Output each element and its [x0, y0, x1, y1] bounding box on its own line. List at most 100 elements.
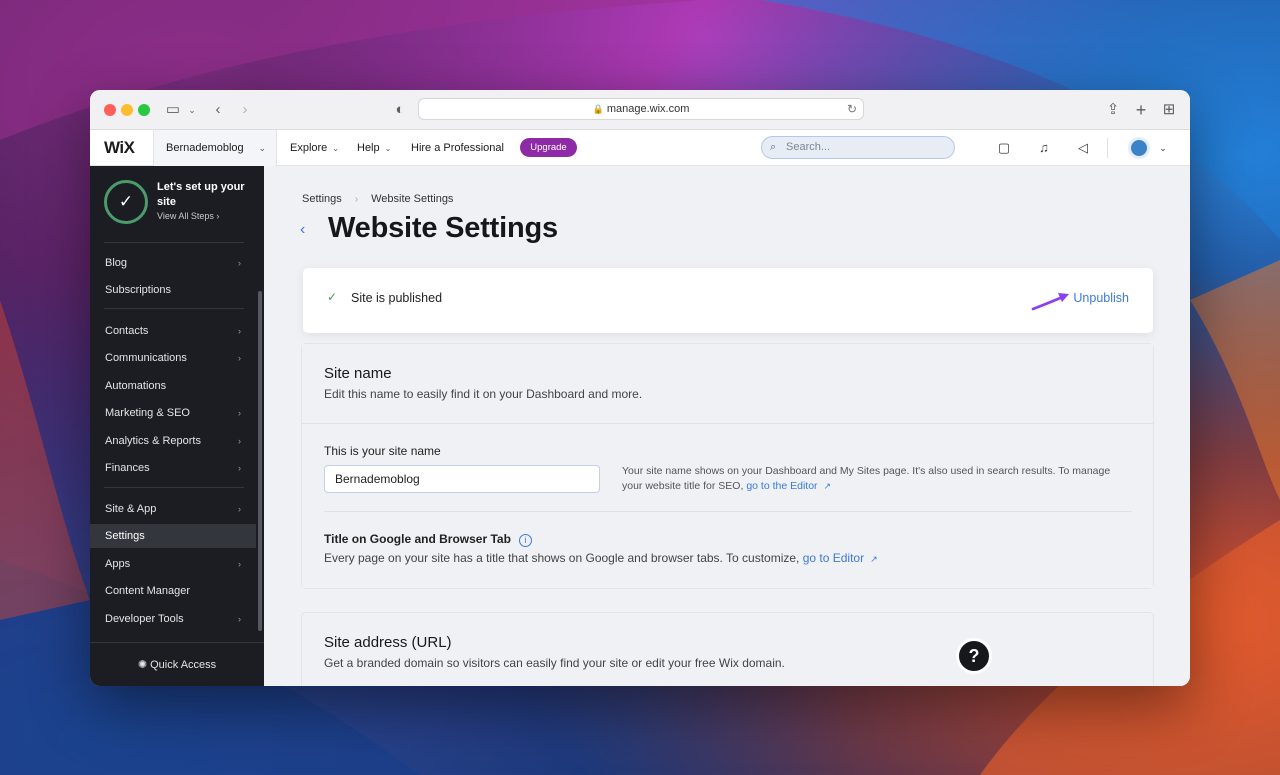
search-placeholder: Search... [786, 141, 831, 153]
chevron-right-icon: › [238, 559, 241, 569]
site-name-card-header: Site name Edit this name to easily find … [302, 344, 1153, 424]
sidebar-item-subscriptions[interactable]: Subscriptions [90, 278, 256, 302]
site-name-card: Site name Edit this name to easily find … [301, 343, 1154, 589]
sidebar-item-developer-tools[interactable]: Developer Tools › [90, 607, 256, 631]
reload-icon[interactable]: ↻ [847, 99, 857, 119]
tab-overview-icon[interactable]: ⊞ [1160, 100, 1178, 120]
breadcrumb: Settings › Website Settings [302, 193, 453, 205]
setup-title: Let's set up your site [157, 181, 245, 208]
search-input[interactable]: ⌕ Search... [761, 136, 955, 159]
divider [104, 308, 244, 309]
external-link-icon: ↗ [823, 481, 832, 491]
sidebar-item-analytics-reports[interactable]: Analytics & Reports › [90, 429, 256, 453]
wix-top-bar: WiX Bernademoblog ⌄ Explore ⌄ Help ⌄ Hire … [90, 130, 1190, 166]
site-address-subheading: Get a branded domain so visitors can eas… [324, 656, 785, 670]
breadcrumb-settings[interactable]: Settings [302, 193, 342, 205]
check-icon: ✓ [327, 290, 338, 304]
title-google-heading: Title on Google and Browser Tab i [324, 532, 532, 547]
help-button[interactable]: ? [956, 638, 992, 674]
chevron-right-icon: › [238, 614, 241, 624]
forward-icon[interactable]: › [237, 100, 253, 120]
nav-hire-professional[interactable]: Hire a Professional [411, 130, 504, 166]
search-icon: ⌕ [770, 141, 777, 153]
publish-status-text: Site is published [351, 291, 443, 305]
site-address-card: Site address (URL) Get a branded domain … [301, 612, 1154, 686]
chevron-down-icon[interactable]: ⌄ [1154, 139, 1172, 157]
external-link-icon: ↗ [870, 554, 878, 564]
chevron-right-icon: › [238, 463, 241, 473]
share-icon[interactable]: ⇪ [1104, 100, 1122, 120]
chevron-right-icon: › [238, 408, 241, 418]
sidebar-item-settings[interactable]: Settings [90, 524, 256, 548]
sidebar-item-apps[interactable]: Apps › [90, 552, 256, 576]
zoom-window-button[interactable] [138, 104, 150, 116]
divider [104, 242, 244, 243]
sidebar-toggle-icon[interactable]: ▭ [164, 100, 182, 120]
sidebar-item-blog[interactable]: Blog › [90, 251, 256, 275]
setup-progress[interactable]: ✓ Let's set up your site View All Steps … [90, 166, 264, 242]
site-selector-label: Bernademoblog [166, 142, 244, 154]
nav-explore[interactable]: Explore ⌄ [290, 130, 339, 166]
chevron-right-icon: › [238, 326, 241, 336]
lock-icon: 🔒 [592, 104, 604, 114]
chevron-right-icon: › [354, 194, 359, 205]
divider [1107, 138, 1108, 158]
site-name-input[interactable] [324, 465, 600, 493]
wix-logo[interactable]: WiX [104, 138, 135, 158]
site-address-heading: Site address (URL) [324, 634, 452, 651]
browser-window: ▭ ⌄ ‹ › ◐ 🔒 manage.wix.com ↻ ⇪ + ⊞ WiX Be… [90, 90, 1190, 686]
annotation-arrow-icon [1031, 293, 1069, 311]
go-to-editor-link[interactable]: go to the Editor [746, 480, 817, 492]
sidebar-item-automations[interactable]: Automations [90, 374, 256, 398]
megaphone-icon[interactable]: ◁ [1074, 139, 1092, 157]
info-icon[interactable]: i [518, 534, 532, 547]
sidebar: ✓ Let's set up your site View All Steps … [90, 166, 264, 686]
divider [324, 511, 1132, 512]
go-to-editor-link-2[interactable]: go to Editor [803, 551, 864, 565]
check-icon: ✓ [104, 180, 148, 224]
chevron-down-icon: ⌄ [258, 143, 266, 153]
site-name-field-label: This is your site name [324, 444, 441, 458]
divider [104, 487, 244, 488]
sidebar-item-contacts[interactable]: Contacts › [90, 319, 256, 343]
title-google-text: Every page on your site has a title that… [324, 551, 878, 565]
sidebar-item-content-manager[interactable]: Content Manager [90, 579, 256, 603]
sidebar-scrollbar[interactable] [258, 291, 262, 631]
close-window-button[interactable] [104, 104, 116, 116]
chevron-down-icon[interactable]: ⌄ [186, 100, 198, 120]
avatar[interactable] [1128, 137, 1150, 159]
sidebar-item-finances[interactable]: Finances › [90, 456, 256, 480]
site-name-heading: Site name [324, 365, 392, 382]
page-title: Website Settings [328, 212, 558, 244]
publish-status-card: ✓ Site is published Unpublish [303, 268, 1153, 333]
new-tab-icon[interactable]: + [1132, 100, 1150, 120]
sidebar-item-communications[interactable]: Communications › [90, 346, 256, 370]
quick-access-button[interactable]: ✺ Quick Access [90, 642, 264, 686]
chevron-right-icon: › [238, 353, 241, 363]
url-text: manage.wix.com [606, 103, 690, 115]
minimize-window-button[interactable] [121, 104, 133, 116]
sparkle-icon: ✺ [137, 659, 148, 671]
site-name-card-body: This is your site name Your site name sh… [302, 424, 1153, 588]
site-name-help-text: Your site name shows on your Dashboard a… [622, 465, 1111, 492]
main-content: Settings › Website Settings ‹ Website Sett… [264, 166, 1190, 686]
breadcrumb-current: Website Settings [371, 193, 454, 205]
view-all-steps-link[interactable]: View All Steps › [157, 211, 219, 221]
upgrade-button[interactable]: Upgrade [520, 138, 577, 157]
chat-icon[interactable]: ▢ [995, 139, 1013, 157]
bell-icon[interactable]: ♫ [1035, 139, 1053, 157]
nav-help[interactable]: Help ⌄ [357, 130, 391, 166]
sidebar-item-site-app[interactable]: Site & App › [90, 497, 256, 521]
address-bar[interactable]: 🔒 manage.wix.com ↻ [418, 98, 864, 120]
back-chevron-icon[interactable]: ‹ [300, 221, 305, 239]
chevron-right-icon: › [238, 258, 241, 268]
site-selector[interactable]: Bernademoblog ⌄ [153, 130, 277, 166]
unpublish-button[interactable]: Unpublish [1073, 291, 1129, 305]
chevron-down-icon: ⌄ [384, 144, 392, 153]
site-name-subheading: Edit this name to easily find it on your… [324, 387, 643, 401]
chevron-right-icon: › [216, 211, 220, 221]
privacy-shield-icon[interactable]: ◐ [392, 100, 408, 120]
sidebar-item-marketing-seo[interactable]: Marketing & SEO › [90, 401, 256, 425]
chevron-down-icon: ⌄ [332, 144, 339, 153]
back-icon[interactable]: ‹ [210, 100, 226, 120]
